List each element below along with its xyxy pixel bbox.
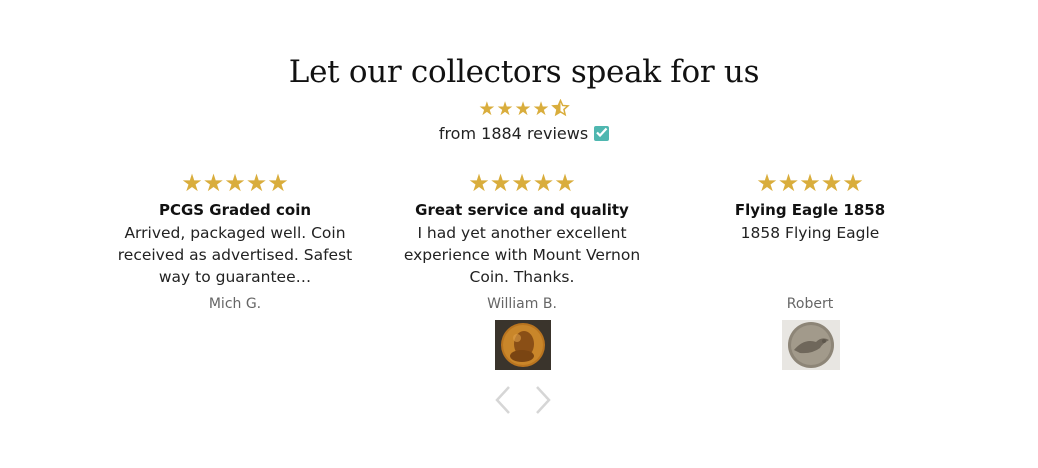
section-heading: Let our collectors speak for us bbox=[288, 54, 760, 90]
verified-check-icon bbox=[594, 126, 610, 141]
summary-rating-stars: ★★★★ bbox=[0, 98, 1038, 120]
carousel-nav bbox=[492, 384, 562, 416]
chevron-left-icon[interactable] bbox=[492, 384, 514, 416]
review-title: PCGS Graded coin bbox=[158, 201, 312, 219]
review-card[interactable]: ★★★★★ Great service and quality I had ye… bbox=[392, 170, 652, 288]
review-count: from 1884 reviews bbox=[0, 123, 1038, 145]
review-stars: ★★★★★ bbox=[181, 169, 289, 197]
review-body: 1858 Flying Eagle bbox=[740, 224, 880, 242]
review-body: I had yet another excellent experience w… bbox=[403, 224, 641, 286]
half-star-icon bbox=[550, 98, 570, 120]
summary-full-stars: ★★★★ bbox=[478, 98, 551, 120]
reviewer-name: Mich G. bbox=[208, 296, 262, 312]
review-photo-penny[interactable] bbox=[495, 320, 551, 370]
review-count-text: from 1884 reviews bbox=[438, 124, 589, 143]
review-body: Arrived, packaged well. Coin received as… bbox=[117, 224, 353, 286]
review-card[interactable]: ★★★★★ PCGS Graded coin Arrived, packaged… bbox=[105, 170, 365, 288]
reviews-section: Let our collectors speak for us ★★★★ fro… bbox=[0, 0, 1038, 468]
reviewer-name: William B. bbox=[487, 296, 557, 312]
chevron-right-icon[interactable] bbox=[532, 384, 554, 416]
review-title: Flying Eagle 1858 bbox=[734, 201, 886, 219]
reviewer-name: Robert bbox=[786, 296, 834, 312]
review-photo-flying-eagle-cent[interactable] bbox=[782, 320, 840, 370]
review-card[interactable]: ★★★★★ Flying Eagle 1858 1858 Flying Eagl… bbox=[680, 170, 940, 288]
review-stars: ★★★★★ bbox=[756, 169, 864, 197]
review-stars: ★★★★★ bbox=[468, 169, 576, 197]
review-title: Great service and quality bbox=[415, 201, 629, 219]
